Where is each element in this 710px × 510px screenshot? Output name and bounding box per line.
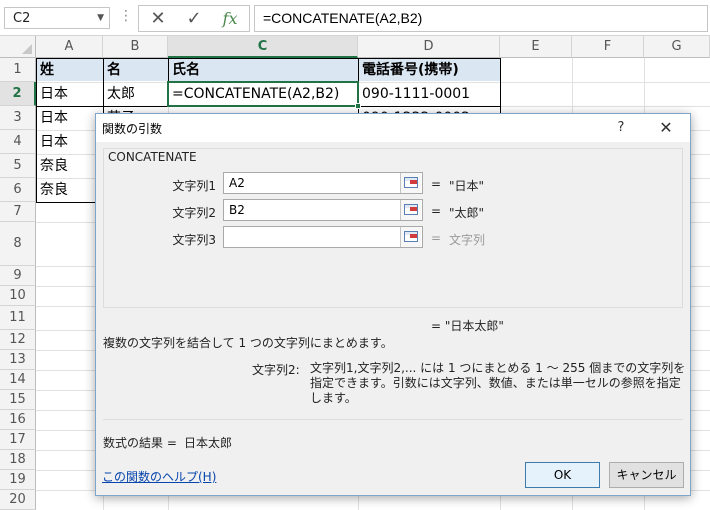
cell-d2[interactable]: 090-1111-0001 [359,83,500,105]
formula-bar: C2 ▼ ⋮ ✕ ✓ fx =CONCATENATE(A2,B2) [0,0,710,36]
dialog-titlebar[interactable]: 関数の引数 ? ✕ [96,114,690,142]
column-header-b[interactable]: B [103,36,168,58]
arg1-ref-button[interactable] [400,173,421,193]
insert-function-icon[interactable]: fx [213,7,247,31]
cancel-icon[interactable]: ✕ [141,7,175,31]
arg2-label: 文字列2 [172,206,216,220]
function-name: CONCATENATE [108,150,197,164]
arg2-equals: = [431,204,442,218]
column-header-e[interactable]: E [500,36,572,58]
arg1-result: "日本" [449,179,485,193]
select-all-corner[interactable] [0,36,36,58]
row-header-16[interactable]: 16 [0,410,36,430]
row-header-17[interactable]: 17 [0,430,36,450]
row-header-20[interactable]: 20 [0,490,36,510]
row-header-6[interactable]: 6 [0,178,36,202]
formula-result-label: 数式の結果 = [103,436,177,450]
close-icon[interactable]: ✕ [652,117,680,139]
cell-a1[interactable]: 姓 [37,59,103,81]
enter-check-icon[interactable]: ✓ [177,7,211,31]
help-icon[interactable]: ? [608,117,634,139]
cell-a4[interactable]: 日本 [37,131,103,153]
cell-a6[interactable]: 奈良 [37,179,103,201]
name-box[interactable]: C2 ▼ [4,7,110,29]
arg1-input[interactable]: A2 [223,172,423,194]
chevron-down-icon[interactable]: ▼ [97,13,104,23]
function-description: 複数の文字列を結合して 1 つの文字列にまとめます。 [103,336,393,350]
arg2-value: B2 [229,203,245,217]
column-header-c[interactable]: C [168,36,358,58]
cell-a3[interactable]: 日本 [37,107,103,129]
cell-d1[interactable]: 電話番号(携帯) [359,59,500,81]
arg1-equals: = [431,177,442,191]
arg2-result: "太郎" [449,206,485,220]
total-result: = "日本太郎" [431,319,504,333]
cell-a2[interactable]: 日本 [37,83,103,105]
more-dots-icon: ⋮ [119,8,133,24]
column-header-f[interactable]: F [572,36,644,58]
column-header-d[interactable]: D [358,36,500,58]
row-header-5[interactable]: 5 [0,154,36,178]
row-header-19[interactable]: 19 [0,470,36,490]
function-help-link[interactable]: この関数のヘルプ(H) [102,468,216,485]
arg1-value: A2 [229,176,245,190]
formula-text: =CONCATENATE(A2,B2) [263,10,423,26]
row-header-3[interactable]: 3 [0,106,36,130]
arg3-ref-button[interactable] [400,227,421,247]
cell-a5[interactable]: 奈良 [37,155,103,177]
name-box-value: C2 [13,11,31,26]
arg-description-text: 文字列1,文字列2,... には 1 つにまとめる 1 ～ 255 個までの文字… [310,361,686,405]
cell-c1[interactable]: 氏名 [169,59,358,81]
formula-buttons: ✕ ✓ fx [138,5,250,32]
row-header-12[interactable]: 12 [0,330,36,350]
row-header-14[interactable]: 14 [0,370,36,390]
arg3-equals: = [431,231,442,245]
dialog-title: 関数の引数 [102,122,163,136]
row-header-18[interactable]: 18 [0,450,36,470]
arg3-input[interactable] [223,226,423,248]
formula-result-value: 日本太郎 [184,436,233,450]
formula-input[interactable]: =CONCATENATE(A2,B2) [254,5,708,32]
row-header-4[interactable]: 4 [0,130,36,154]
column-header-g[interactable]: G [644,36,710,58]
row-header-1[interactable]: 1 [0,58,36,82]
arg2-input[interactable]: B2 [223,199,423,221]
arg1-label: 文字列1 [172,179,216,193]
row-header-15[interactable]: 15 [0,390,36,410]
cell-b1[interactable]: 名 [104,59,168,81]
separator [103,419,683,420]
column-header-a[interactable]: A [36,36,103,58]
row-header-10[interactable]: 10 [0,286,36,306]
row-header-2[interactable]: 2 [0,82,36,106]
ok-button[interactable]: OK [525,462,600,488]
arg2-ref-button[interactable] [400,200,421,220]
cancel-button[interactable]: キャンセル [609,462,684,488]
arg3-label: 文字列3 [172,233,216,247]
row-header-7[interactable]: 7 [0,202,36,222]
function-arguments-dialog: 関数の引数 ? ✕ CONCATENATE 文字列1 A2 = "日本" 文字列… [95,113,691,496]
arg3-result: 文字列 [449,233,486,247]
row-header-9[interactable]: 9 [0,266,36,286]
row-header-11[interactable]: 11 [0,306,36,330]
cell-b2[interactable]: 太郎 [104,83,168,105]
row-header-13[interactable]: 13 [0,350,36,370]
arg-description-name: 文字列2: [252,363,300,377]
cell-c2[interactable]: =CONCATENATE(A2,B2) [169,83,358,105]
row-header-8[interactable]: 8 [0,222,36,266]
